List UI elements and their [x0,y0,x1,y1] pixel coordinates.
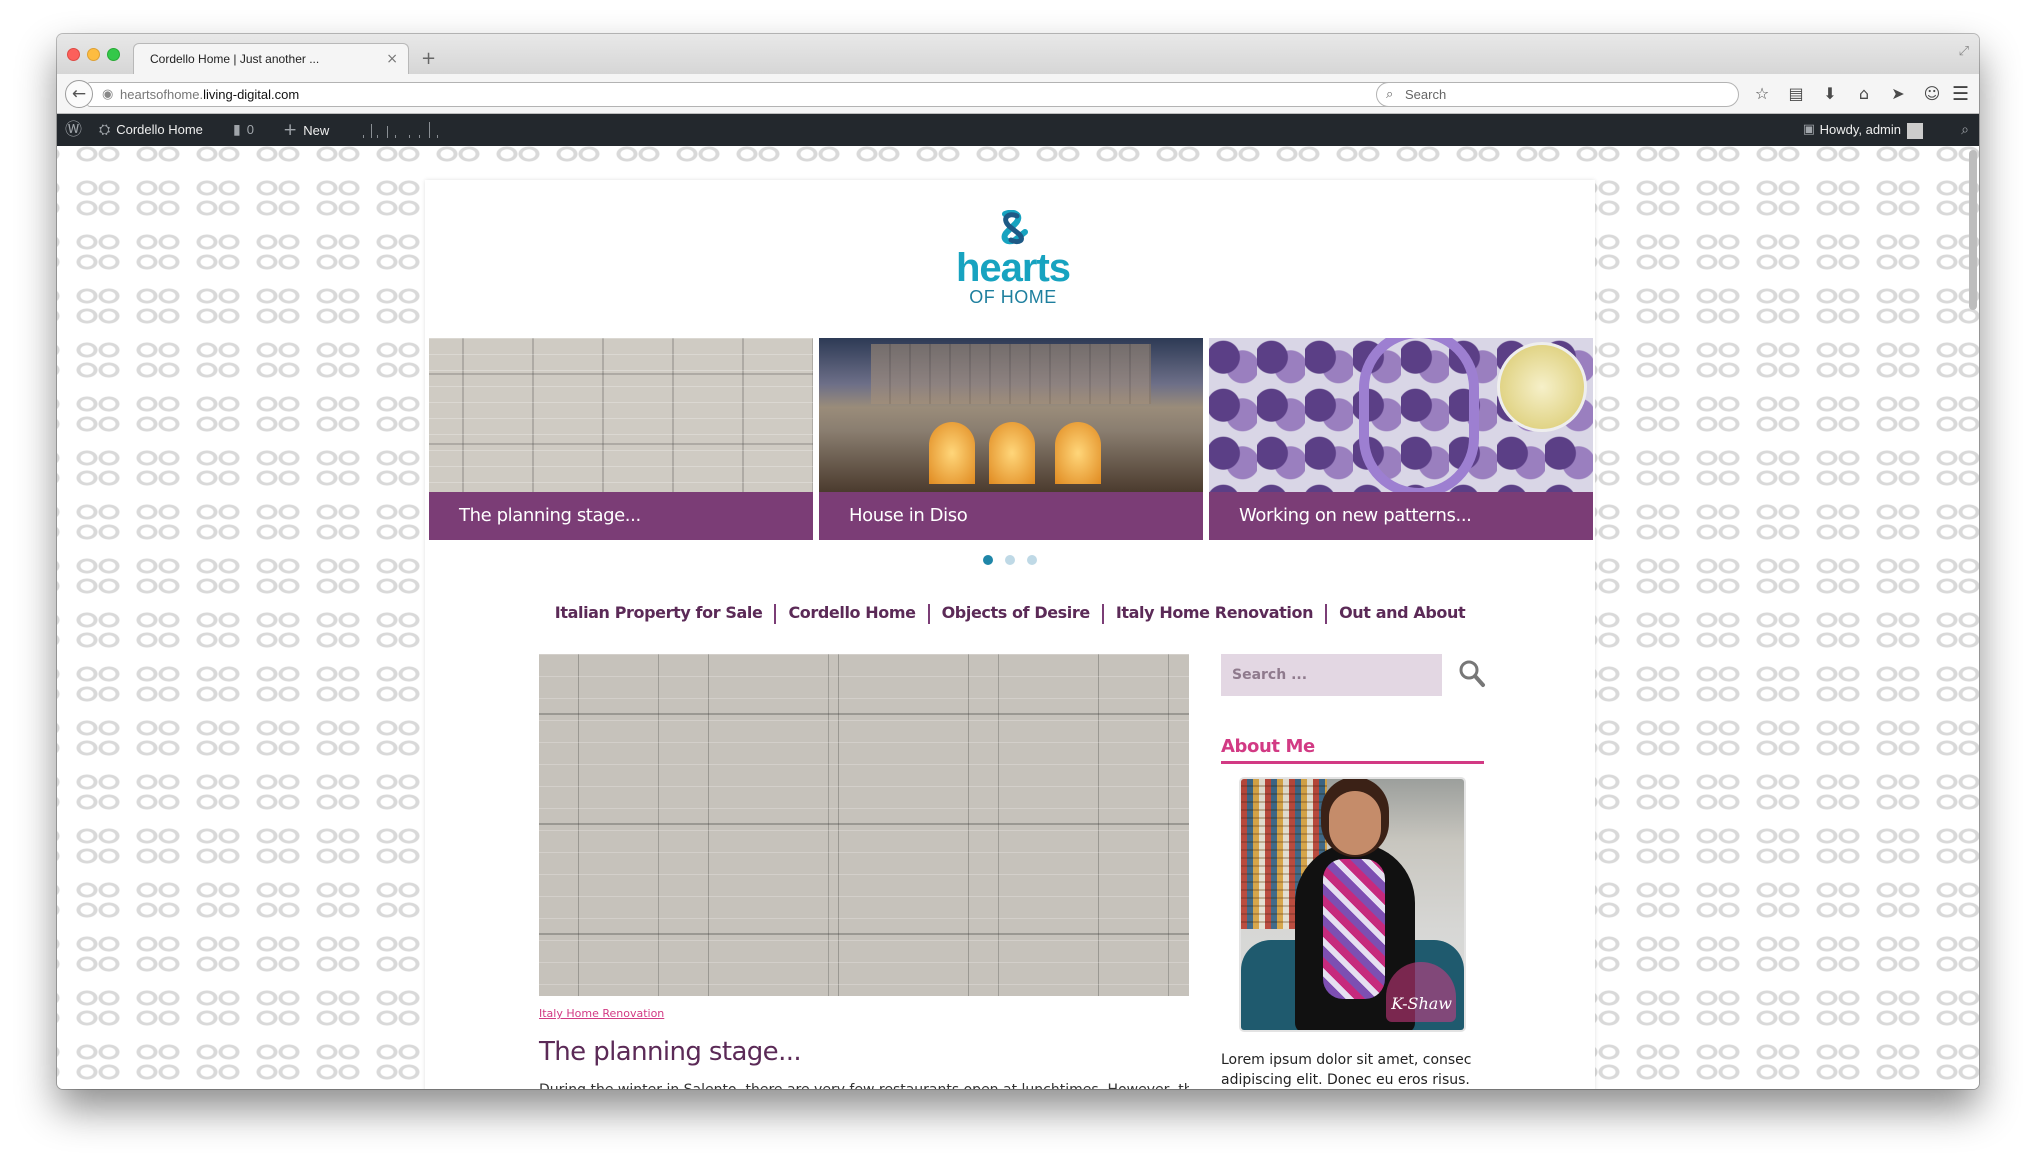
hearts-logo-icon [1001,210,1028,245]
chat-icon[interactable]: ☺ [1917,74,1947,114]
admin-comments-link[interactable]: ▮ 0 [233,114,254,146]
main-navigation: Italian Property for Sale Cordello Home Ob… [425,602,1595,624]
slide-caption[interactable]: House in Diso [819,492,1203,540]
download-icon[interactable]: ⬇ [1815,74,1845,114]
profile-photo: K-Shaw [1239,777,1466,1032]
browser-tab[interactable]: Cordello Home | Just another ... × [133,43,409,74]
admin-new-label: New [303,123,330,138]
minimize-window-button[interactable] [87,48,100,61]
sidebar-search-input[interactable]: Search ... [1221,654,1442,696]
admin-account-link[interactable]: Howdy, admin [1820,114,1923,146]
close-window-button[interactable] [67,48,80,61]
tab-close-icon[interactable]: × [386,44,398,74]
browser-toolbar: ◉ heartsofhome.living-digital.com ▽ ↻ ← … [57,74,1979,114]
signature: K-Shaw [1391,994,1452,1013]
dashboard-icon: ⛭ [99,122,111,138]
back-button[interactable]: ← [65,80,93,108]
page-viewport: Ⓦ ⛭ Cordello Home ▮ 0 + New ▣ Howdy, admin … [57,114,1979,1089]
nav-item[interactable]: Objects of Desire [930,602,1102,624]
slide-caption[interactable]: Working on new patterns... [1209,492,1593,540]
send-icon[interactable]: ➤ [1883,74,1913,114]
slide-house[interactable]: House in Diso [819,338,1203,540]
slider-dot[interactable] [1027,555,1037,565]
slider-dots [425,555,1595,565]
slide-planning[interactable]: The planning stage... [429,338,813,540]
post-category-link[interactable]: Italy Home Renovation [539,1007,664,1021]
comments-count: 0 [246,122,254,137]
post-excerpt: During the winter in Salento, there are … [539,1080,1189,1089]
notifications-icon[interactable]: ▣ [1803,114,1815,146]
about-me-text: Lorem ipsum dolor sit amet, consec adipi… [1221,1052,1472,1088]
tab-title: Cordello Home | Just another ... [150,52,320,66]
nav-item[interactable]: Italy Home Renovation [1104,602,1325,624]
slider-dot[interactable] [983,555,993,565]
logo-wordmark: hearts [955,246,1071,290]
site-page: hearts OF HOME The planning stage... Hou… [425,180,1595,1089]
home-icon[interactable]: ⌂ [1849,74,1879,114]
globe-icon: ◉ [102,87,114,102]
logo-subtitle: OF HOME [969,287,1057,307]
site-logo[interactable]: hearts OF HOME [943,210,1083,310]
fullscreen-icon[interactable]: ⤢ [1959,42,1969,62]
browser-window: Cordello Home | Just another ... × + ⤢ ◉… [57,34,1979,1089]
menu-icon[interactable]: ☰ [1952,74,1969,114]
url-text[interactable]: heartsofhome.living-digital.com [120,83,299,106]
reading-list-icon[interactable]: ▤ [1781,74,1811,114]
url-bar[interactable]: ◉ heartsofhome.living-digital.com ▽ ↻ [87,82,1424,107]
stats-sparkline[interactable] [353,122,443,138]
slide-image [429,338,813,492]
wordpress-logo-icon[interactable]: Ⓦ [65,114,82,146]
search-icon: ⌕ [1386,87,1394,102]
page-scrollbar[interactable] [1969,150,1977,310]
browser-search-placeholder: Search [1405,87,1447,102]
comment-icon: ▮ [233,122,241,138]
post-featured-image[interactable] [539,654,1189,996]
browser-search-input[interactable]: ⌕ Search [1376,82,1739,107]
featured-slider: The planning stage... House in Diso Work… [429,338,1593,540]
wp-admin-bar: Ⓦ ⛭ Cordello Home ▮ 0 + New ▣ Howdy, admin … [57,114,1979,146]
admin-howdy: Howdy, admin [1819,122,1901,137]
nav-item[interactable]: Out and About [1327,602,1477,624]
admin-site-link[interactable]: ⛭ Cordello Home [99,114,203,146]
admin-new-link[interactable]: + New [283,114,329,146]
slide-image [1209,338,1593,498]
sidebar-search-placeholder: Search ... [1232,667,1308,683]
star-icon[interactable]: ☆ [1747,74,1777,114]
plus-icon: + [283,120,298,140]
slide-caption[interactable]: The planning stage... [429,492,813,540]
new-tab-button[interactable]: + [421,43,436,74]
tab-strip: Cordello Home | Just another ... × + ⤢ [57,34,1979,74]
toolbar-icons: ☆ ▤ ⬇ ⌂ ➤ ☺ [1747,74,1947,114]
slider-dot[interactable] [1005,555,1015,565]
avatar [1907,122,1923,139]
nav-item[interactable]: Cordello Home [776,602,927,624]
slide-image [819,338,1203,492]
zoom-window-button[interactable] [107,48,120,61]
slide-patterns[interactable]: Working on new patterns... [1209,338,1593,540]
search-icon[interactable] [1457,656,1487,692]
about-me-heading: About Me [1221,734,1484,764]
post-title[interactable]: The planning stage... [539,1036,802,1068]
nav-item[interactable]: Italian Property for Sale [543,602,775,624]
admin-site-name: Cordello Home [116,122,203,137]
admin-search-icon[interactable]: ⌕ [1961,114,1969,146]
